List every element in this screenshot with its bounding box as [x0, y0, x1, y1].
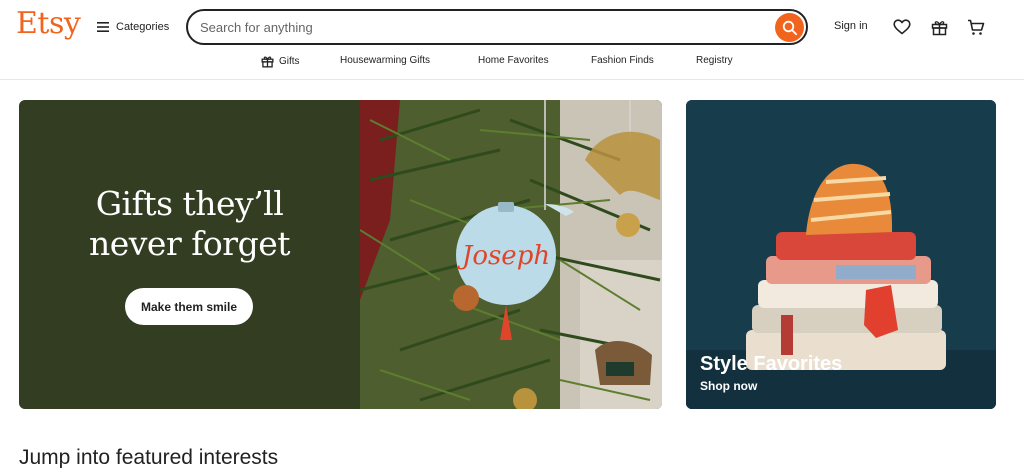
- etsy-logo[interactable]: Etsy: [16, 6, 81, 41]
- nav-item-gifts[interactable]: Gifts: [261, 55, 300, 68]
- nav-item-label: Registry: [696, 55, 733, 66]
- hamburger-menu-icon: [97, 22, 109, 32]
- hero-title-line: never forget: [89, 224, 291, 263]
- make-them-smile-button[interactable]: Make them smile: [125, 288, 253, 325]
- christmas-tree-ornament-image[interactable]: Joseph: [359, 100, 662, 409]
- gift-icon: [261, 56, 274, 68]
- hero-title-line: Gifts they’ll: [95, 184, 284, 223]
- shop-now-link[interactable]: Shop now: [700, 379, 757, 393]
- style-favorites-title: Style Favorites: [700, 353, 843, 375]
- sign-in-link[interactable]: Sign in: [834, 20, 868, 32]
- ornament-name-text: Joseph: [457, 241, 550, 271]
- nav-item-fashion-finds[interactable]: Fashion Finds: [591, 55, 654, 66]
- gifts-button[interactable]: [929, 17, 949, 37]
- nav-item-label: Home Favorites: [478, 55, 549, 66]
- ornament-illustration: Joseph: [359, 100, 662, 409]
- hero-title: Gifts they’ll never forget: [19, 184, 360, 264]
- search-icon: [782, 20, 797, 35]
- search-input[interactable]: [200, 18, 770, 36]
- search-button[interactable]: [775, 13, 804, 42]
- categories-menu-button[interactable]: Categories: [97, 18, 169, 36]
- featured-interests-heading: Jump into featured interests: [19, 446, 279, 468]
- cart-icon: [968, 19, 985, 35]
- category-nav: Gifts Housewarming Gifts Home Favorites …: [0, 55, 1024, 71]
- hero-banner: Gifts they’ll never forget Make them smi…: [19, 100, 662, 409]
- nav-item-home-favorites[interactable]: Home Favorites: [478, 55, 549, 66]
- categories-label: Categories: [116, 21, 170, 33]
- cart-button[interactable]: [966, 17, 986, 37]
- nav-item-housewarming-gifts[interactable]: Housewarming Gifts: [340, 55, 430, 66]
- site-header: Etsy Categories Sign in: [0, 0, 1024, 80]
- nav-item-registry[interactable]: Registry: [696, 55, 733, 66]
- style-favorites-banner[interactable]: Style Favorites Shop now: [686, 100, 996, 409]
- gift-icon: [931, 20, 947, 35]
- nav-item-label: Housewarming Gifts: [340, 55, 431, 66]
- favorites-button[interactable]: [892, 17, 912, 37]
- nav-item-label: Gifts: [279, 56, 300, 67]
- nav-item-label: Fashion Finds: [591, 55, 654, 66]
- hero-text-panel: Gifts they’ll never forget Make them smi…: [19, 100, 360, 409]
- heart-icon: [893, 19, 911, 35]
- search-bar: [186, 9, 808, 45]
